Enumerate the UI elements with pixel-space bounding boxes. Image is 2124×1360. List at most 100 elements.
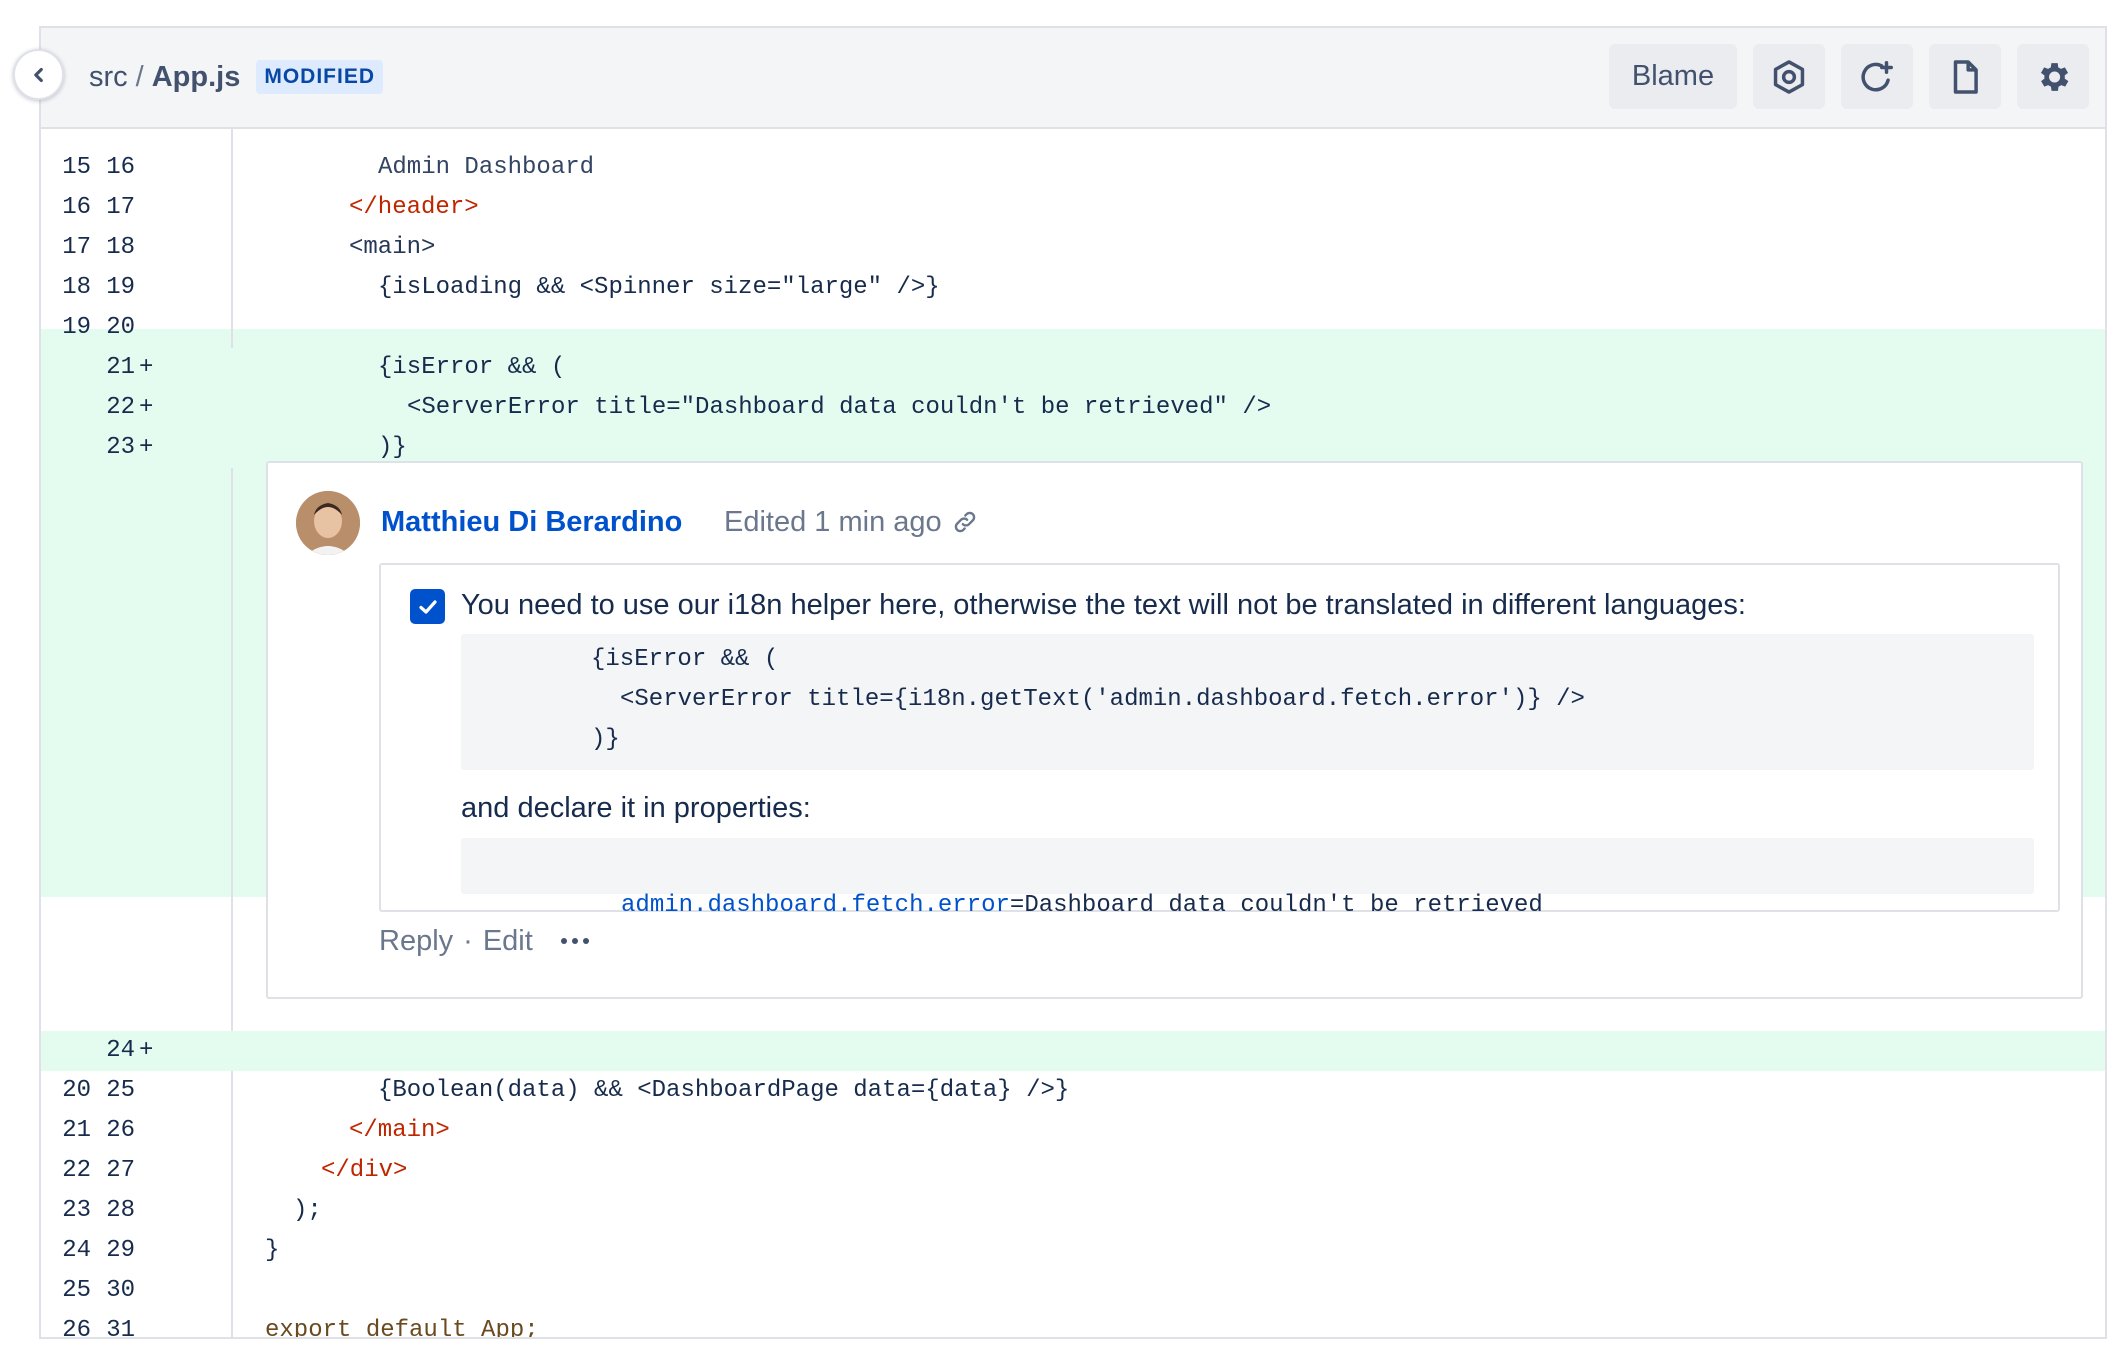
code-text: </header>: [349, 194, 479, 221]
new-line-number[interactable]: 16: [91, 148, 135, 188]
path-separator: /: [135, 61, 144, 93]
edited-timestamp: Edited 1 min ago: [724, 506, 942, 538]
new-line-number[interactable]: 18: [91, 228, 135, 268]
file-header: src / App.js MODIFIED Blame: [41, 28, 2105, 129]
diff-line: 18 19 {isLoading && <Spinner size="large…: [41, 268, 2105, 308]
comment-body: You need to use our i18n helper here, ot…: [379, 563, 2060, 919]
code-row: )}: [591, 726, 620, 753]
code-row: {isError && (: [591, 646, 779, 673]
inline-comment: Matthieu Di Berardino Edited 1 min ago Y…: [266, 461, 2083, 999]
hexagon-button[interactable]: [1753, 44, 1825, 109]
old-line-number[interactable]: 25: [47, 1271, 91, 1311]
chevron-left-icon: [33, 67, 43, 82]
file-toolbar: Blame: [1609, 44, 2089, 109]
old-line-number[interactable]: 23: [47, 1191, 91, 1231]
new-line-number[interactable]: 24: [91, 1031, 135, 1071]
new-line-number[interactable]: 25: [91, 1071, 135, 1111]
old-line-number[interactable]: 20: [47, 1071, 91, 1111]
comment-actions: Reply · Edit: [379, 924, 589, 958]
code-text: );: [293, 1197, 322, 1224]
link-icon[interactable]: [952, 509, 978, 535]
diff-line: 23 28 );: [41, 1191, 2105, 1231]
code-text: {isLoading && <Spinner size="large" />}: [378, 274, 940, 301]
file-button[interactable]: [1929, 44, 2001, 109]
code-text: {Boolean(data) && <DashboardPage data={d…: [378, 1077, 1070, 1104]
refresh-add-button[interactable]: [1841, 44, 1913, 109]
new-line-number[interactable]: 31: [91, 1311, 135, 1337]
comment-text-intro: You need to use our i18n helper here, ot…: [461, 589, 1746, 621]
new-line-number[interactable]: 27: [91, 1151, 135, 1191]
diff-line: 24 29 }: [41, 1231, 2105, 1271]
collapse-button[interactable]: [13, 49, 64, 100]
diff-line: 20 25 {Boolean(data) && <DashboardPage d…: [41, 1071, 2105, 1111]
hexagon-icon: [1773, 59, 1805, 94]
reply-link[interactable]: Reply: [379, 924, 453, 958]
code-text: export default App;: [265, 1317, 539, 1339]
avatar-portrait: [296, 491, 360, 555]
added-line: 22 + <ServerError title="Dashboard data …: [41, 388, 2105, 428]
new-line-number[interactable]: 19: [91, 268, 135, 308]
old-line-number[interactable]: 19: [47, 308, 91, 348]
file-path: src / App.js MODIFIED: [89, 60, 384, 94]
code-text: </div>: [321, 1157, 408, 1184]
new-line-number[interactable]: 30: [91, 1271, 135, 1311]
diff-line: 15 16 Admin Dashboard: [41, 148, 2105, 188]
avatar[interactable]: [296, 491, 360, 555]
diff-line: 17 18 <main>: [41, 228, 2105, 268]
property-value: Dashboard data couldn't be retrieved: [1024, 892, 1543, 919]
old-line-number[interactable]: 24: [47, 1231, 91, 1271]
old-line-number[interactable]: 16: [47, 188, 91, 228]
new-line-number[interactable]: 17: [91, 188, 135, 228]
task-checkbox[interactable]: [410, 589, 445, 624]
comment-code-block: {isError && ( <ServerError title={i18n.g…: [461, 634, 2034, 770]
old-line-number[interactable]: 15: [47, 148, 91, 188]
new-line-number[interactable]: 29: [91, 1231, 135, 1271]
new-line-number[interactable]: 21: [91, 348, 135, 388]
action-separator: ·: [463, 925, 473, 957]
old-line-number[interactable]: 18: [47, 268, 91, 308]
more-icon: [560, 938, 567, 944]
new-line-number[interactable]: 28: [91, 1191, 135, 1231]
path-file-name[interactable]: App.js: [152, 60, 241, 94]
added-sign: +: [139, 434, 154, 461]
new-line-number[interactable]: 22: [91, 388, 135, 428]
diff-line: 22 27 </div>: [41, 1151, 2105, 1191]
property-key: admin.dashboard.fetch.error: [621, 892, 1010, 919]
property-equals: =: [1009, 892, 1025, 919]
file-icon: [1953, 59, 1978, 94]
code-row: <ServerError title={i18n.getText('admin.…: [620, 686, 1585, 713]
gear-icon: [2040, 62, 2069, 91]
edit-link[interactable]: Edit: [483, 924, 533, 958]
added-sign: +: [139, 1037, 154, 1064]
added-sign: +: [139, 354, 154, 381]
code-text: }: [265, 1237, 280, 1264]
code-text: Admin Dashboard: [378, 154, 595, 181]
diff-line: 25 30: [41, 1271, 2105, 1311]
diff-panel: src / App.js MODIFIED Blame 15 16 Admin …: [39, 26, 2107, 1339]
old-line-number[interactable]: 21: [47, 1111, 91, 1151]
new-line-number[interactable]: 20: [91, 308, 135, 348]
more-actions-button[interactable]: [560, 924, 589, 958]
added-sign: +: [139, 394, 154, 421]
old-line-number[interactable]: 17: [47, 228, 91, 268]
comment-text-properties: and declare it in properties:: [461, 792, 811, 824]
diff-line: 19 20: [41, 308, 2105, 348]
added-line: 21 + {isError && (: [41, 348, 2105, 388]
diff-line: 26 31 export default App;: [41, 1311, 2105, 1339]
old-line-number[interactable]: 26: [47, 1311, 91, 1337]
new-line-number[interactable]: 26: [91, 1111, 135, 1151]
refresh-add-icon: [1861, 60, 1893, 91]
diff-line: 21 26 </main>: [41, 1111, 2105, 1151]
settings-button[interactable]: [2017, 44, 2089, 109]
blame-button[interactable]: Blame: [1609, 44, 1737, 109]
comment-author[interactable]: Matthieu Di Berardino: [381, 505, 682, 539]
new-line-number[interactable]: 23: [91, 428, 135, 468]
comment-meta: Edited 1 min ago: [724, 505, 978, 539]
code-text: {isError && (: [378, 354, 566, 381]
status-badge: MODIFIED: [256, 60, 384, 94]
path-directory[interactable]: src: [89, 60, 128, 94]
added-line: 24 +: [41, 1031, 2105, 1071]
diff-line: 16 17 </header>: [41, 188, 2105, 228]
property-code-block: admin.dashboard.fetch.error=Dashboard da…: [461, 838, 2034, 919]
old-line-number[interactable]: 22: [47, 1151, 91, 1191]
